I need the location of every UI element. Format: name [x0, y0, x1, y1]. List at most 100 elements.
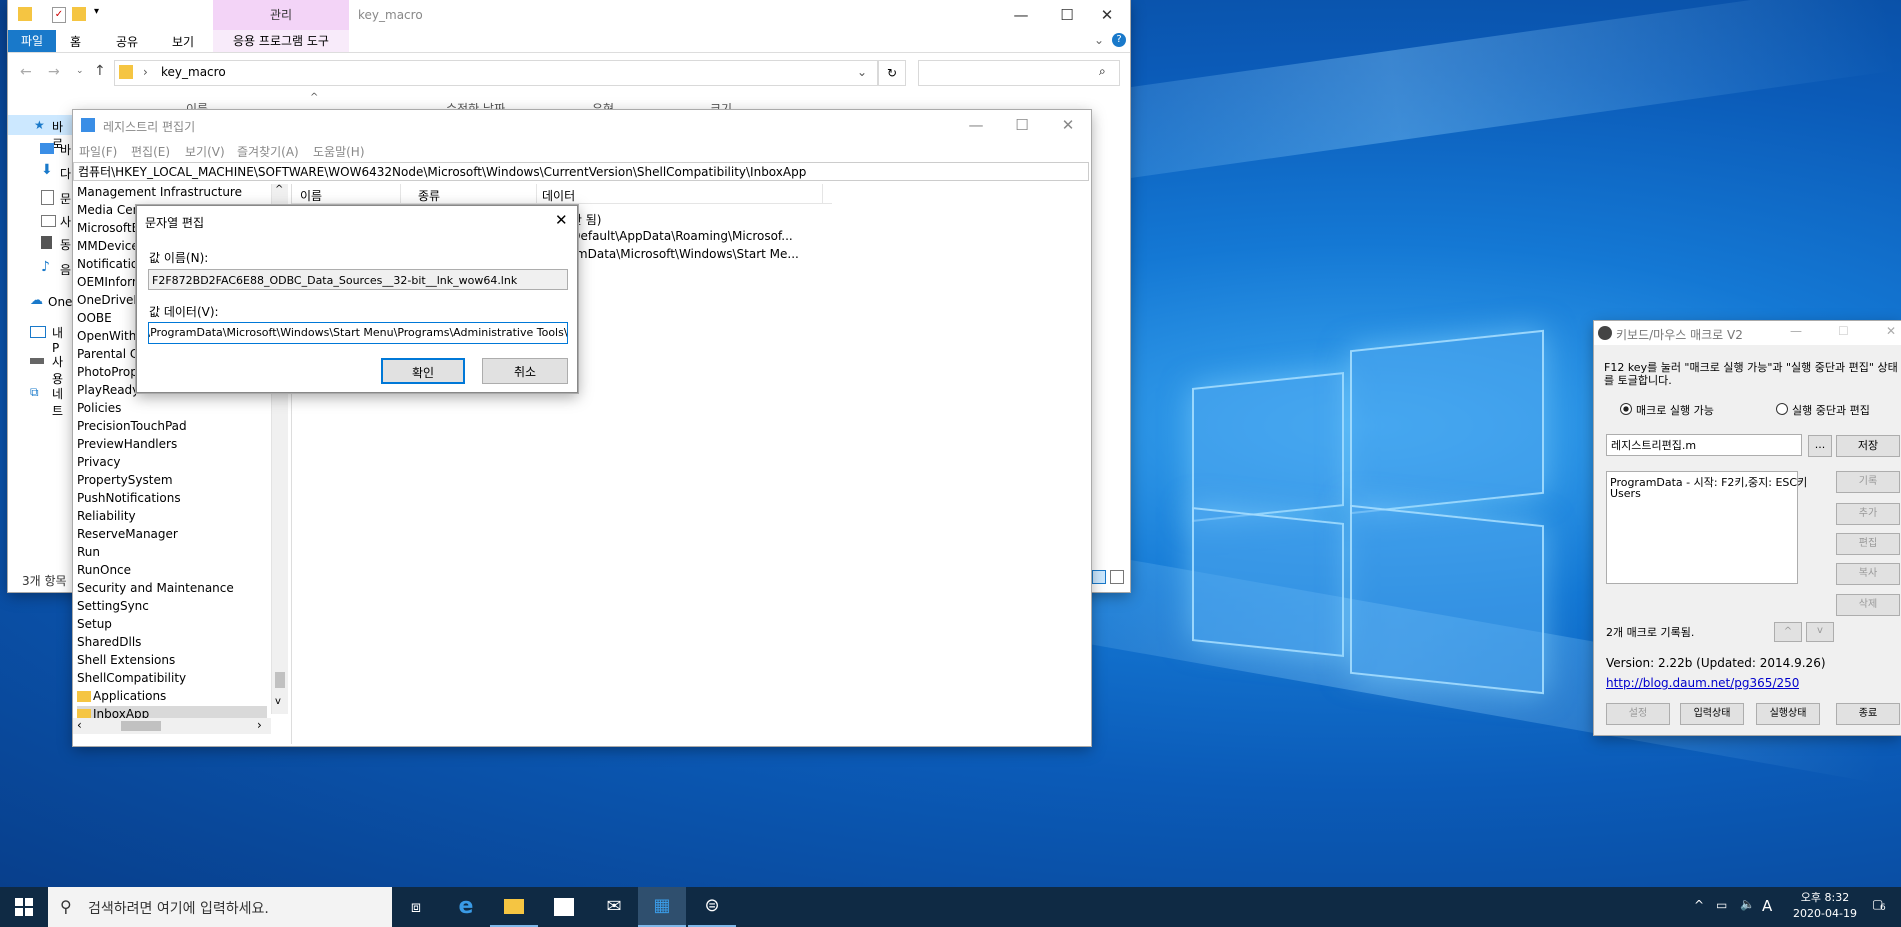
nav-item-label[interactable]: 네트: [52, 385, 72, 419]
search-box[interactable]: ⚲ 검색하려면 여기에 입력하세요.: [48, 887, 392, 927]
input-status-button[interactable]: 입력상태: [1680, 703, 1744, 725]
tree-hscrollbar[interactable]: ‹ ›: [73, 718, 271, 734]
copy-button[interactable]: 복사: [1836, 563, 1900, 585]
cancel-button[interactable]: 취소: [482, 358, 568, 384]
address-path[interactable]: 컴퓨터\HKEY_LOCAL_MACHINE\SOFTWARE\WOW6432N…: [73, 162, 1089, 181]
tree-item[interactable]: Setup: [77, 617, 273, 631]
move-up-button[interactable]: ^: [1774, 622, 1802, 642]
hscroll-thumb[interactable]: [121, 721, 161, 731]
tab-app-tools[interactable]: 응용 프로그램 도구: [213, 30, 349, 52]
minimize-button[interactable]: —: [1790, 324, 1802, 338]
tree-item[interactable]: SettingSync: [77, 599, 273, 613]
start-button[interactable]: [0, 887, 48, 927]
menu-file[interactable]: 파일(F): [79, 143, 117, 160]
tab-view[interactable]: 보기: [172, 33, 194, 50]
network-icon[interactable]: ▭: [1716, 898, 1727, 912]
record-button[interactable]: 기록: [1836, 471, 1900, 493]
tree-item[interactable]: Privacy: [77, 455, 273, 469]
nav-item-label[interactable]: 사용: [52, 353, 72, 387]
refresh-icon[interactable]: ↻: [878, 60, 906, 86]
tree-item[interactable]: Management Infrastructure: [77, 185, 273, 199]
tree-item[interactable]: RunOnce: [77, 563, 273, 577]
macro-taskbar-icon[interactable]: ⊜: [688, 887, 736, 927]
close-button[interactable]: ✕: [1045, 110, 1091, 140]
edit-button[interactable]: 편집: [1836, 533, 1900, 555]
list-item[interactable]: Users: [1610, 487, 1641, 500]
menu-edit[interactable]: 편집(E): [131, 143, 170, 160]
back-icon[interactable]: ←: [20, 64, 32, 80]
macro-list[interactable]: ProgramData - 시작: F2키,중지: ESC키 Users: [1606, 471, 1807, 584]
scroll-down-icon[interactable]: v: [275, 696, 281, 707]
save-button[interactable]: 저장: [1836, 435, 1900, 457]
scroll-right-icon[interactable]: ›: [257, 718, 262, 732]
radio-run[interactable]: [1620, 403, 1632, 415]
tree-item[interactable]: ShellCompatibility: [77, 671, 273, 685]
exit-button[interactable]: 종료: [1836, 703, 1900, 725]
menu-help[interactable]: 도움말(H): [313, 143, 365, 160]
nav-item-label[interactable]: 음: [60, 261, 71, 278]
ribbon-expand-icon[interactable]: ⌄: [1094, 33, 1104, 47]
tree-item[interactable]: ReserveManager: [77, 527, 273, 541]
close-button[interactable]: ✕: [1084, 0, 1130, 30]
store-icon[interactable]: [540, 887, 588, 927]
recent-icon[interactable]: ⌄: [76, 66, 84, 76]
value-row-data[interactable]: gramData\Microsoft\Windows\Start Me...: [556, 247, 799, 261]
tree-item[interactable]: PreviewHandlers: [77, 437, 273, 451]
task-view-icon[interactable]: ⧈: [392, 887, 440, 927]
delete-button[interactable]: 삭제: [1836, 594, 1900, 616]
edge-icon[interactable]: e: [442, 887, 490, 927]
chevron-down-icon[interactable]: ⌄: [857, 65, 867, 79]
tree-item[interactable]: PropertySystem: [77, 473, 273, 487]
col-data[interactable]: 데이터: [542, 187, 575, 204]
menu-favorites[interactable]: 즐겨찾기(A): [237, 143, 299, 160]
nav-item-label[interactable]: 동: [60, 236, 71, 253]
properties-icon[interactable]: ✓: [52, 7, 66, 23]
new-folder-icon[interactable]: [72, 7, 86, 21]
minimize-button[interactable]: —: [998, 0, 1044, 30]
menu-view[interactable]: 보기(V): [185, 143, 225, 160]
move-down-button[interactable]: v: [1806, 622, 1834, 642]
tree-item[interactable]: PushNotifications: [77, 491, 273, 505]
ime-indicator[interactable]: A: [1762, 897, 1772, 915]
value-name-field[interactable]: F2F872BD2FAC6E88_ODBC_Data_Sources__32-b…: [148, 269, 568, 290]
tree-item[interactable]: SharedDlls: [77, 635, 273, 649]
nav-item-label[interactable]: 문: [60, 190, 71, 207]
tree-item[interactable]: Run: [77, 545, 273, 559]
help-icon[interactable]: ?: [1112, 33, 1126, 47]
tree-item[interactable]: Shell Extensions: [77, 653, 273, 667]
maximize-button[interactable]: ☐: [1838, 324, 1849, 338]
browse-button[interactable]: ...: [1808, 435, 1832, 457]
details-view-icon[interactable]: [1092, 570, 1106, 584]
clock[interactable]: 오후 8:32 2020-04-19: [1790, 890, 1860, 922]
col-type[interactable]: 종류: [418, 187, 440, 204]
settings-button[interactable]: 설정: [1606, 703, 1670, 725]
tree-item[interactable]: Policies: [77, 401, 273, 415]
nav-item-label[interactable]: 내 P: [52, 324, 72, 355]
scroll-left-icon[interactable]: ‹: [77, 718, 82, 732]
value-row-data[interactable]: rs\Default\AppData\Roaming\Microsof...: [556, 229, 793, 243]
radio-edit[interactable]: [1776, 403, 1788, 415]
blog-link[interactable]: http://blog.daum.net/pg365/250: [1606, 676, 1799, 690]
nav-item-label[interactable]: 사: [60, 213, 71, 230]
col-name[interactable]: 이름: [300, 187, 322, 204]
minimize-button[interactable]: —: [953, 110, 999, 140]
forward-icon[interactable]: →: [48, 64, 60, 80]
qat-dropdown-icon[interactable]: ▾: [94, 6, 99, 17]
tree-item[interactable]: PrecisionTouchPad: [77, 419, 273, 433]
volume-icon[interactable]: 🔈: [1740, 897, 1755, 911]
large-icons-view-icon[interactable]: [1110, 570, 1124, 584]
up-icon[interactable]: ↑: [94, 63, 106, 79]
nav-item-label[interactable]: One: [48, 295, 72, 309]
chevron-up-icon[interactable]: ^: [1694, 898, 1704, 912]
close-button[interactable]: ✕: [1886, 324, 1896, 338]
tab-share[interactable]: 공유: [116, 33, 138, 50]
address-bar[interactable]: › key_macro ⌄: [114, 60, 878, 86]
nav-item-label[interactable]: 바: [60, 141, 71, 158]
tab-home[interactable]: 홈: [70, 33, 81, 50]
add-button[interactable]: 추가: [1836, 503, 1900, 525]
search-input[interactable]: ⌕: [918, 60, 1120, 86]
run-status-button[interactable]: 실행상태: [1756, 703, 1820, 725]
tree-item[interactable]: Reliability: [77, 509, 273, 523]
notification-icon[interactable]: ▢ 6: [1872, 897, 1886, 913]
file-explorer-icon[interactable]: [490, 887, 538, 927]
